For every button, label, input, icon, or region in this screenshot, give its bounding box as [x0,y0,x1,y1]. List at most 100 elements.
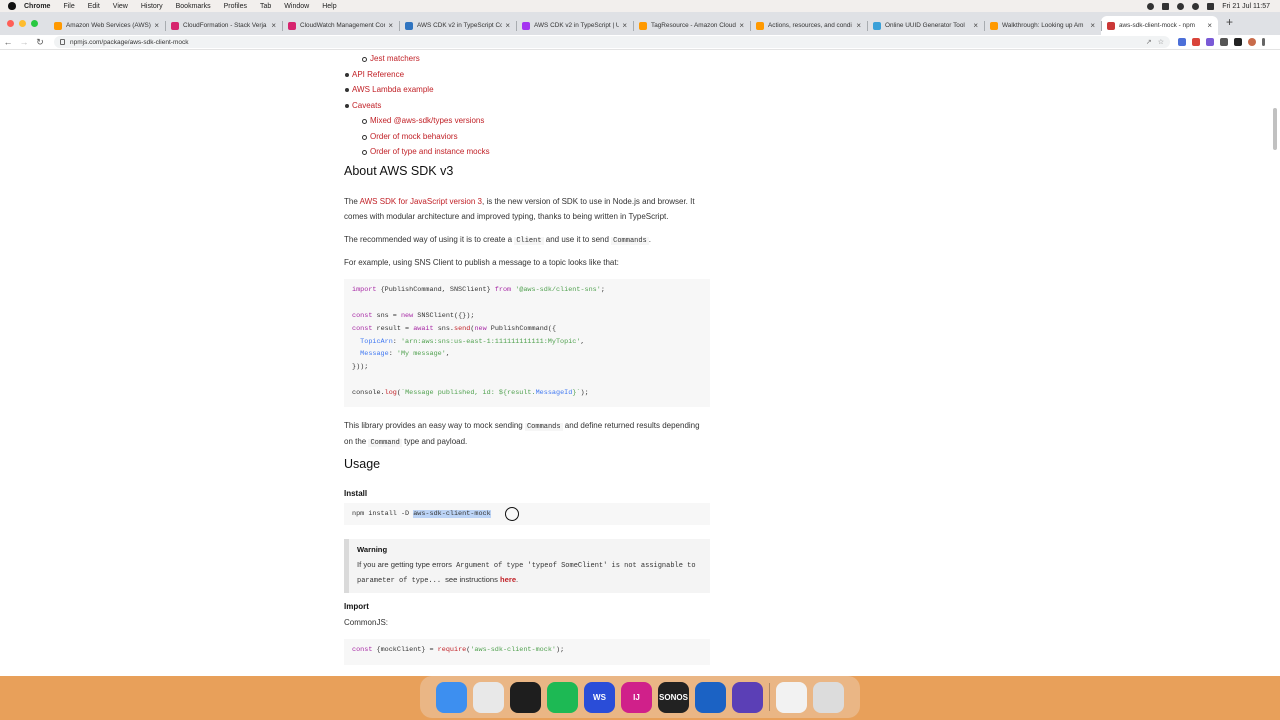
minimize-window-button[interactable] [19,20,26,27]
browser-tab[interactable]: aws-sdk-client-mock - npm × [1101,16,1218,35]
toc-item[interactable]: API Reference [344,67,710,83]
puzzle-icon[interactable] [1220,38,1228,46]
control-center-icon[interactable] [1207,2,1215,10]
page-viewport: Jest matchers API Reference AWS Lambda exa… [0,50,1280,676]
browser-tab[interactable]: CloudFormation - Stack Verja × [165,16,282,35]
close-tab-icon[interactable]: × [154,21,159,30]
code-block-install: npm install -D aws-sdk-client-mock [344,503,710,525]
close-tab-icon[interactable]: × [1090,21,1095,30]
close-tab-icon[interactable]: × [739,21,744,30]
close-tab-icon[interactable]: × [271,21,276,30]
favicon-icon [990,21,998,30]
menu-help[interactable]: Help [322,3,336,10]
toc-item[interactable]: AWS Lambda example [344,82,710,98]
dock-intellij-icon[interactable]: IJ [621,681,652,713]
lock-icon[interactable] [60,39,65,45]
menubar-clock[interactable]: Fri 21 Jul 11:57 [1222,3,1270,10]
dock-sonos-icon[interactable]: SONOS [658,681,689,713]
new-tab-button[interactable]: + [1226,15,1233,29]
menu-edit[interactable]: Edit [88,3,100,10]
toc-item[interactable]: Order of mock behaviors [344,129,710,145]
close-tab-icon[interactable]: × [973,21,978,30]
back-icon[interactable]: ← [0,37,16,47]
avatar[interactable] [1248,38,1256,46]
tab-title: Walkthrough: Looking up Am [1002,22,1084,29]
toc-item[interactable]: Order of type and instance mocks [344,144,710,160]
menu-app[interactable]: Chrome [24,3,50,10]
macos-menubar: Chrome File Edit View History Bookmarks … [0,0,1280,12]
browser-tab[interactable]: TagResource - Amazon Cloud × [633,16,750,35]
tab-list: Amazon Web Services (AWS) × CloudFormation… [48,16,1218,35]
dock-chrome-icon[interactable] [473,681,504,713]
browser-tab[interactable]: AWS CDK v2 in TypeScript Co × [399,16,516,35]
reload-icon[interactable]: ↻ [32,37,48,48]
dock-documents-icon[interactable] [776,681,807,713]
address-bar[interactable]: npmjs.com/package/aws-sdk-client-mock ↗ … [54,36,1170,48]
dock-spotify-icon[interactable] [547,681,578,713]
page-scrollbar[interactable] [1273,108,1277,150]
menu-tab[interactable]: Tab [260,3,271,10]
tab-title: Amazon Web Services (AWS) [66,22,151,29]
dock-finder-icon[interactable] [436,681,467,713]
menu-history[interactable]: History [141,3,163,10]
kebab-menu-icon[interactable] [1262,38,1265,46]
favicon-icon [54,21,62,30]
close-tab-icon[interactable]: × [856,21,861,30]
status-area: Fri 21 Jul 11:57 [1147,2,1280,10]
favicon-icon [288,21,296,30]
close-tab-icon[interactable]: × [1207,21,1212,30]
forward-icon[interactable]: → [16,37,32,47]
warning-title: Warning [357,545,388,554]
dock-instruments-icon[interactable] [732,681,763,713]
dock-webstorm-icon[interactable]: WS [584,681,615,713]
tab-strip: Amazon Web Services (AWS) × CloudFormation… [0,12,1280,35]
extension-icon[interactable] [1206,38,1214,46]
about-paragraph-1: The AWS SDK for JavaScript version 3, is… [344,197,695,221]
browser-tab[interactable]: AWS CDK v2 in TypeScript | U × [516,16,633,35]
battery-icon[interactable] [1162,2,1170,10]
close-window-button[interactable] [7,20,14,27]
menu-window[interactable]: Window [284,3,309,10]
table-of-contents: Jest matchers API Reference AWS Lambda exa… [344,51,710,160]
wifi-icon[interactable] [1177,2,1185,10]
close-tab-icon[interactable]: × [388,21,393,30]
bookmark-star-icon[interactable]: ☆ [1158,38,1164,46]
extensions-area [1178,38,1265,46]
browser-tab[interactable]: Walkthrough: Looking up Am × [984,16,1101,35]
aws-sdk-v3-link[interactable]: AWS SDK for JavaScript version 3 [360,197,482,206]
menu-bookmarks[interactable]: Bookmarks [176,3,211,10]
toc-item[interactable]: Jest matchers [344,51,710,67]
install-heading: Install [344,489,368,498]
browser-tab[interactable]: Online UUID Generator Tool × [867,16,984,35]
url-text[interactable]: npmjs.com/package/aws-sdk-client-mock [70,39,188,46]
browser-tab[interactable]: Actions, resources, and condi × [750,16,867,35]
close-tab-icon[interactable]: × [505,21,510,30]
dock-trash-icon[interactable] [813,681,844,713]
search-icon[interactable] [1192,2,1200,10]
zoom-window-button[interactable] [31,20,38,27]
dock-proxyman-icon[interactable] [695,681,726,713]
dock-terminal-icon[interactable] [510,681,541,713]
share-icon[interactable]: ↗ [1146,38,1152,46]
instructions-here-link[interactable]: here [500,575,516,584]
menu-view[interactable]: View [113,3,128,10]
extension-icon[interactable] [1178,38,1186,46]
toc-item[interactable]: Mixed @aws-sdk/types versions [344,113,710,129]
warning-callout: Warning If you are getting type errors A… [344,539,710,593]
about-paragraph-3: For example, using SNS Client to publish… [344,258,619,267]
menu-profiles[interactable]: Profiles [224,3,247,10]
selected-package-name[interactable]: aws-sdk-client-mock [413,510,491,518]
browser-tab[interactable]: Amazon Web Services (AWS) × [48,16,165,35]
toc-item[interactable]: Caveats [344,98,710,114]
extension-icon[interactable] [1192,38,1200,46]
inline-code: Client [514,237,544,245]
close-tab-icon[interactable]: × [622,21,627,30]
about-paragraph-2: The recommended way of using it is to cr… [344,235,651,245]
menu-file[interactable]: File [63,3,74,10]
omnibox-actions: ↗ ☆ [1146,38,1170,46]
apple-icon[interactable] [8,2,16,10]
sidepanel-icon[interactable] [1234,38,1242,46]
record-icon[interactable] [1147,2,1155,10]
tab-title: CloudFormation - Stack Verja [183,22,267,29]
browser-tab[interactable]: CloudWatch Management Cons × [282,16,399,35]
